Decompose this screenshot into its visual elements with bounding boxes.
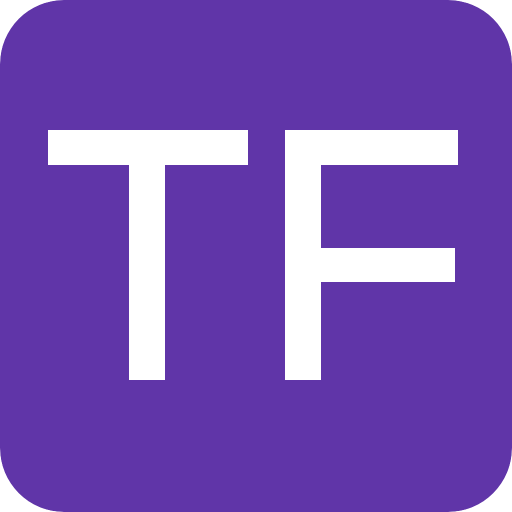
app-icon[interactable] xyxy=(0,0,512,512)
letter-t-stem xyxy=(129,130,165,380)
letter-f-top-arm xyxy=(285,130,458,165)
letter-f-middle-arm xyxy=(285,248,455,282)
tf-monogram-logo xyxy=(0,0,512,512)
